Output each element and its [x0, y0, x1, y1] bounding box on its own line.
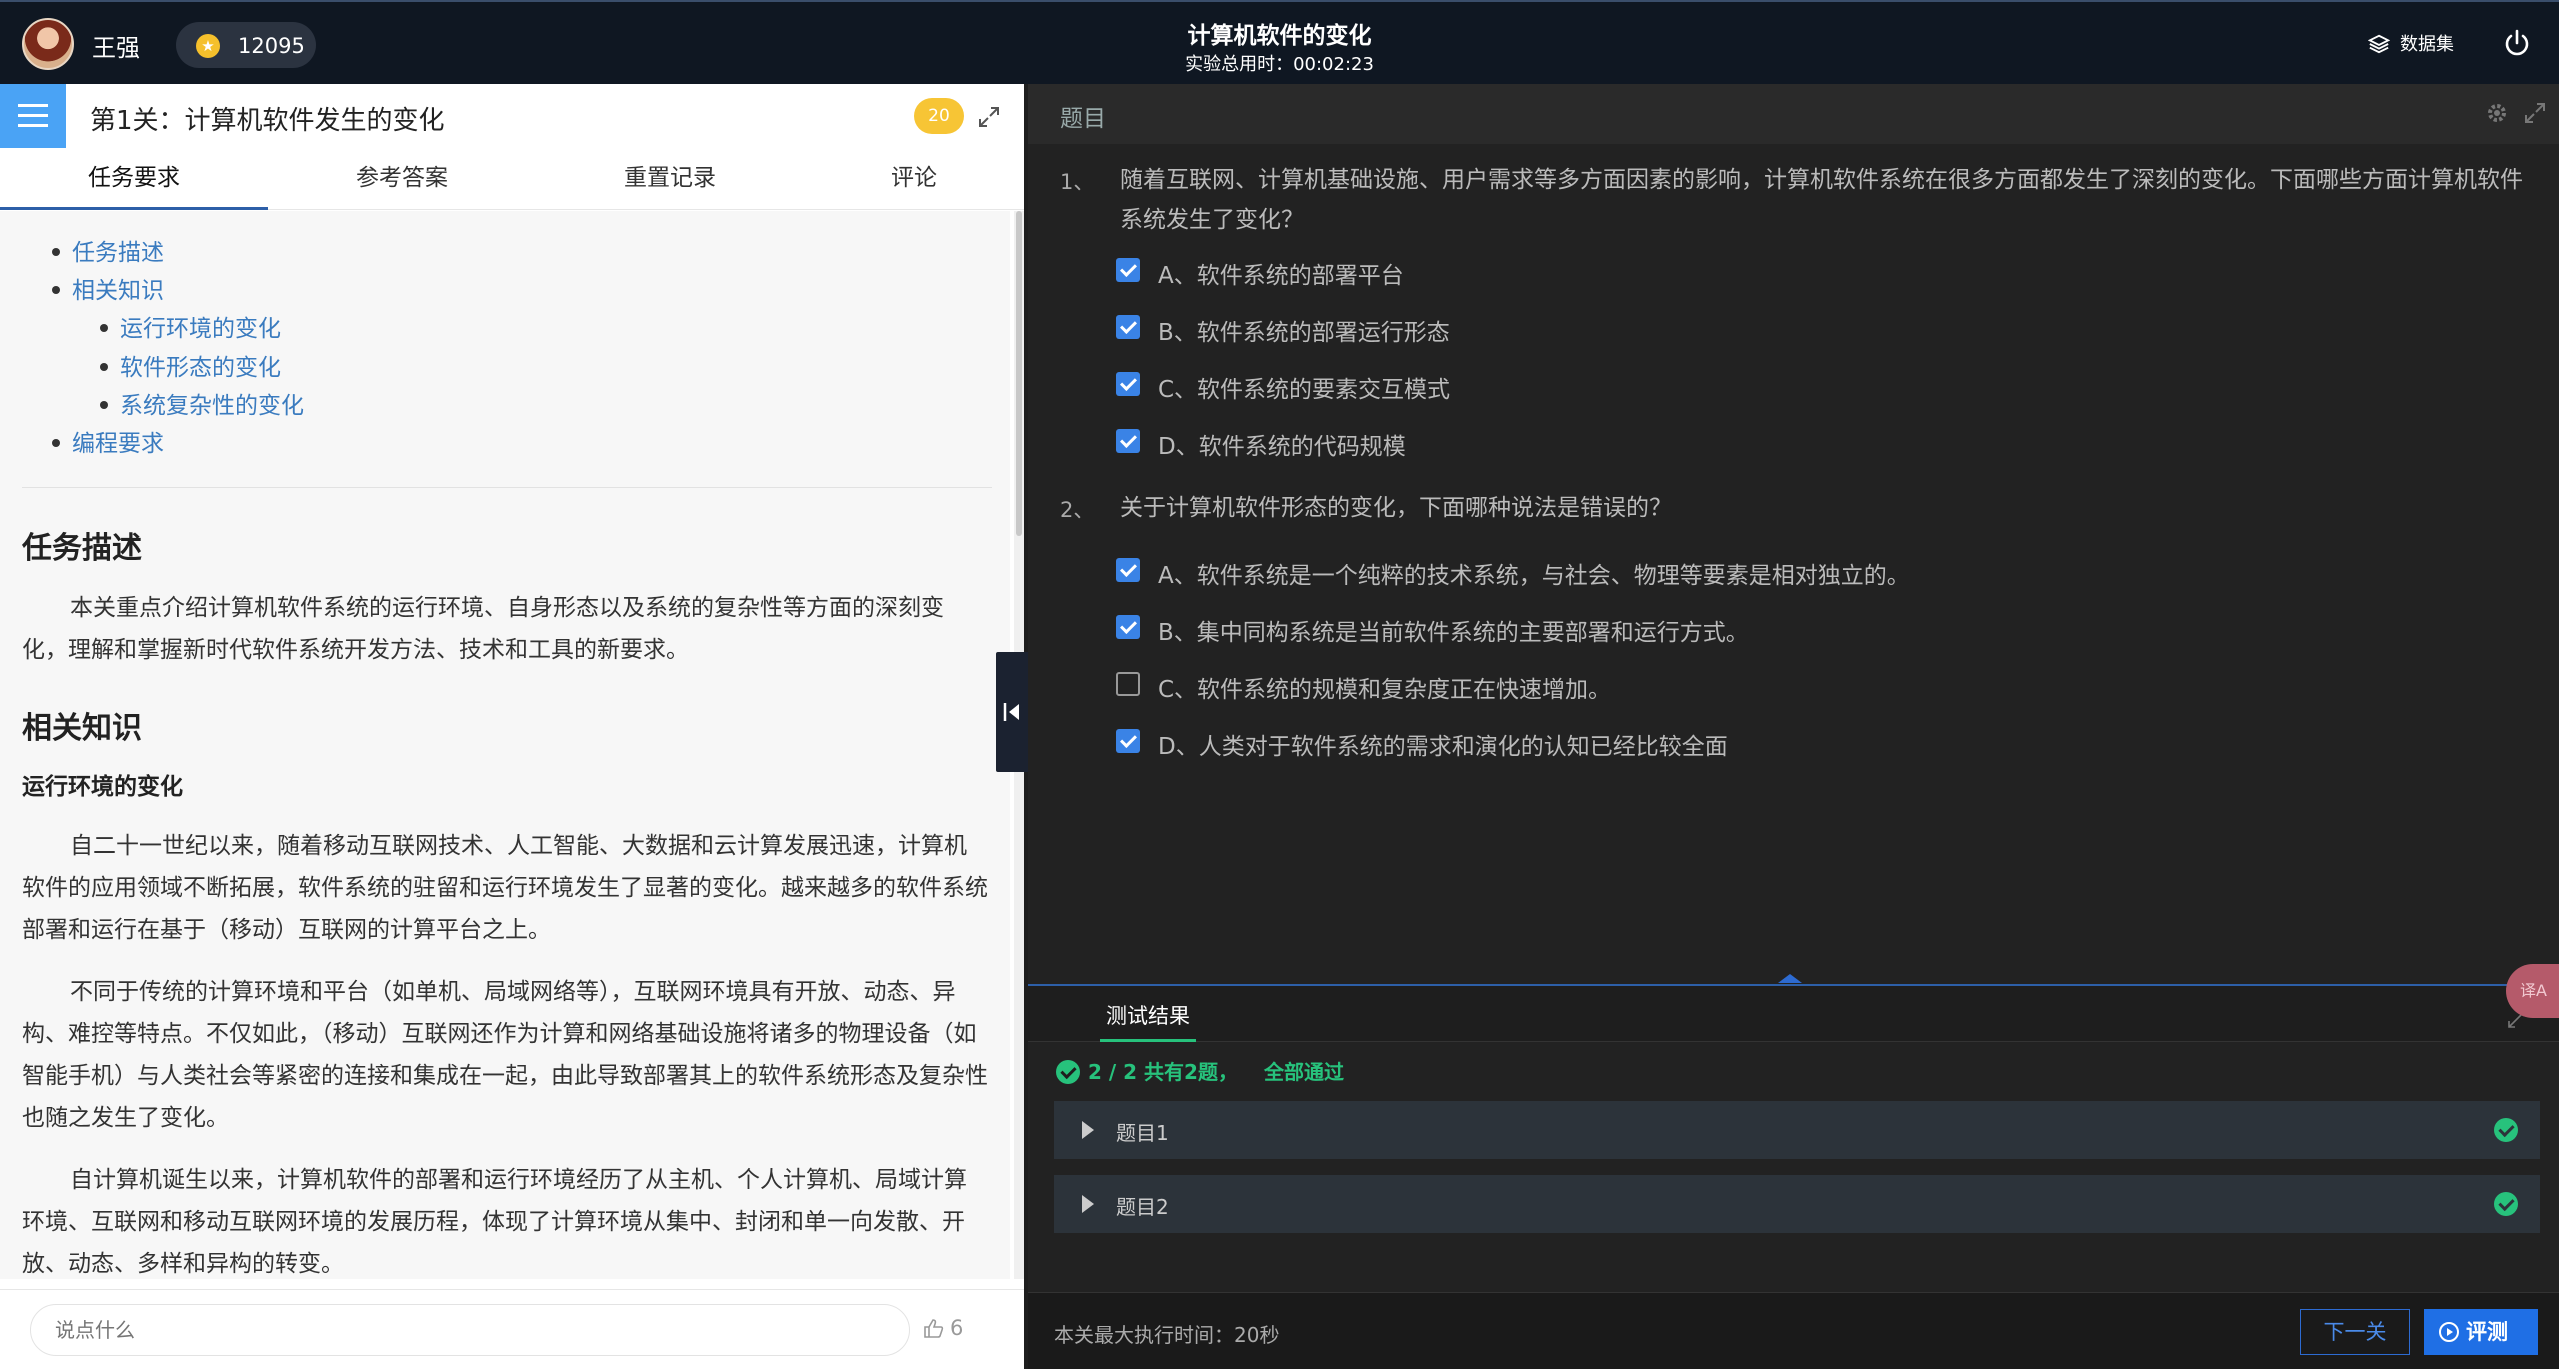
checkbox[interactable] — [1116, 258, 1140, 282]
dataset-label: 数据集 — [2400, 34, 2454, 55]
task-content: 任务描述 相关知识 运行环境的变化 软件形态的变化 系统复杂性的变化 编程要求 … — [0, 211, 1010, 1279]
question-panel: 题目 1、 随着互联网、计算机基础设施、用户需求等多方面因素的影响，计算机软件系… — [1028, 84, 2559, 1369]
question-text: 随着互联网、计算机基础设施、用户需求等多方面因素的影响，计算机软件系统在很多方面… — [1120, 167, 2523, 233]
option-text: D、软件系统的代码规模 — [1158, 434, 1406, 460]
result-summary: 2 / 2 共有2题， 全部通过 — [1056, 1056, 1344, 1085]
level-title: 第1关：计算机软件发生的变化 — [90, 106, 445, 136]
bullet — [52, 286, 60, 294]
summary-count: 2 / 2 共有2题， — [1088, 1060, 1238, 1084]
checkbox[interactable] — [1116, 372, 1140, 396]
checkbox[interactable] — [1116, 729, 1140, 753]
evaluate-button[interactable]: 评测 — [2424, 1309, 2538, 1355]
task-header: 第1关：计算机软件发生的变化 20 — [0, 84, 1024, 148]
test-case-name: 题目2 — [1116, 1195, 1169, 1219]
dataset-button[interactable]: 数据集 — [2368, 30, 2454, 56]
toc-link[interactable]: 软件形态的变化 — [120, 348, 281, 382]
test-case[interactable]: 题目1 — [1054, 1101, 2540, 1159]
tab-reset[interactable]: 重置记录 — [536, 148, 804, 210]
check-circle-icon — [2494, 1192, 2518, 1216]
question-panel-label: 题目 — [1060, 106, 1106, 132]
thumbs-up-icon — [924, 1319, 944, 1338]
bullet — [100, 401, 108, 409]
option-text: B、集中同构系统是当前软件系统的主要部署和运行方式。 — [1158, 620, 1749, 646]
expand-icon[interactable] — [2522, 100, 2548, 126]
tab-comments[interactable]: 评论 — [780, 148, 1048, 210]
option-text: C、软件系统的要素交互模式 — [1158, 377, 1451, 403]
layers-icon — [2368, 34, 2390, 54]
checkbox[interactable] — [1116, 558, 1140, 582]
task-panel: 第1关：计算机软件发生的变化 20 任务要求 参考答案 重置记录 评论 任务描述… — [0, 84, 1024, 1369]
question-text: 关于计算机软件形态的变化，下面哪种说法是错误的？ — [1120, 495, 1672, 521]
option-text: C、软件系统的规模和复杂度正在快速增加。 — [1158, 677, 1612, 703]
menu-icon — [18, 124, 48, 127]
paragraph: 自计算机诞生以来，计算机软件的部署和运行环境经历了从主机、个人计算机、局域计算环… — [22, 1167, 967, 1277]
comment-bar: 6 — [0, 1289, 1024, 1369]
bullet — [100, 363, 108, 371]
score-badge: 20 — [914, 98, 964, 134]
summary-pass: 全部通过 — [1263, 1060, 1344, 1084]
evaluate-label: 评测 — [2466, 1320, 2508, 1344]
option-text: D、人类对于软件系统的需求和演化的认知已经比较全面 — [1158, 734, 1728, 760]
lab-time-value: 00:02:23 — [1293, 54, 1374, 75]
test-case[interactable]: 题目2 — [1054, 1175, 2540, 1233]
toc-link[interactable]: 系统复杂性的变化 — [120, 386, 304, 420]
bullet — [52, 439, 60, 447]
option-text: A、软件系统的部署平台 — [1158, 263, 1404, 289]
toc-link[interactable]: 任务描述 — [72, 233, 164, 267]
check-circle-icon — [1056, 1060, 1080, 1084]
question-number: 1、 — [1060, 170, 1095, 194]
play-circle-icon — [2439, 1322, 2459, 1342]
action-footer: 本关最大执行时间：20秒 下一关 评测 — [1028, 1292, 2559, 1369]
result-tabs: 测试结果 — [1028, 986, 2559, 1042]
like-count: 6 — [950, 1316, 964, 1340]
subsection-title: 运行环境的变化 — [22, 774, 183, 800]
collapse-left-icon — [1003, 703, 1019, 721]
caret-right-icon — [1082, 1195, 1094, 1213]
lab-title: 计算机软件的变化 — [1187, 23, 1372, 49]
expand-icon[interactable] — [976, 104, 1002, 130]
section-title: 任务描述 — [22, 531, 142, 566]
lab-time: 实验总用时：00:02:23 — [0, 50, 2559, 76]
toc-link[interactable]: 相关知识 — [72, 271, 164, 305]
next-level-button[interactable]: 下一关 — [2300, 1309, 2410, 1355]
question-header: 题目 — [1028, 84, 2559, 144]
menu-icon — [18, 114, 48, 117]
checkbox[interactable] — [1116, 672, 1140, 696]
checkbox[interactable] — [1116, 615, 1140, 639]
like-button[interactable]: 6 — [922, 1316, 963, 1340]
test-case-name: 题目1 — [1116, 1121, 1169, 1145]
gear-icon[interactable] — [2484, 100, 2510, 126]
tab-task[interactable]: 任务要求 — [0, 148, 268, 210]
max-exec-time: 本关最大执行时间：20秒 — [1054, 1323, 1280, 1347]
option-text: A、软件系统是一个纯粹的技术系统，与社会、物理等要素是相对独立的。 — [1158, 563, 1910, 589]
paragraph: 本关重点介绍计算机软件系统的运行环境、自身形态以及系统的复杂性等方面的深刻变化，… — [22, 595, 944, 663]
bullet — [100, 324, 108, 332]
divider — [22, 487, 992, 488]
bullet — [52, 248, 60, 256]
section-title: 相关知识 — [22, 711, 142, 746]
collapse-panel-button[interactable] — [996, 652, 1028, 772]
caret-right-icon — [1082, 1121, 1094, 1139]
task-tabs: 任务要求 参考答案 重置记录 评论 — [0, 148, 1024, 210]
tab-answer[interactable]: 参考答案 — [268, 148, 536, 210]
check-circle-icon — [2494, 1118, 2518, 1142]
lab-time-label: 实验总用时： — [1185, 54, 1294, 75]
tab-test-results[interactable]: 测试结果 — [1100, 1000, 1196, 1042]
menu-button[interactable] — [0, 84, 66, 148]
checkbox[interactable] — [1116, 429, 1140, 453]
paragraph: 不同于传统的计算环境和平台（如单机、局域网络等），互联网环境具有开放、动态、异构… — [22, 979, 988, 1131]
comment-input[interactable] — [30, 1304, 910, 1356]
question-number: 2、 — [1060, 498, 1095, 522]
option-text: B、软件系统的部署运行形态 — [1158, 320, 1450, 346]
menu-icon — [18, 104, 48, 107]
translate-button[interactable]: 译A — [2506, 964, 2559, 1018]
toc-link[interactable]: 运行环境的变化 — [120, 309, 281, 343]
paragraph: 自二十一世纪以来，随着移动互联网技术、人工智能、大数据和云计算发展迅速，计算机软… — [22, 833, 988, 943]
scrollbar-thumb[interactable] — [1016, 211, 1022, 536]
toc-link[interactable]: 编程要求 — [72, 424, 164, 458]
top-bar: 王强 ★ 12095 计算机软件的变化 实验总用时：00:02:23 数据集 — [0, 0, 2559, 84]
checkbox[interactable] — [1116, 315, 1140, 339]
power-icon[interactable] — [2502, 28, 2532, 58]
